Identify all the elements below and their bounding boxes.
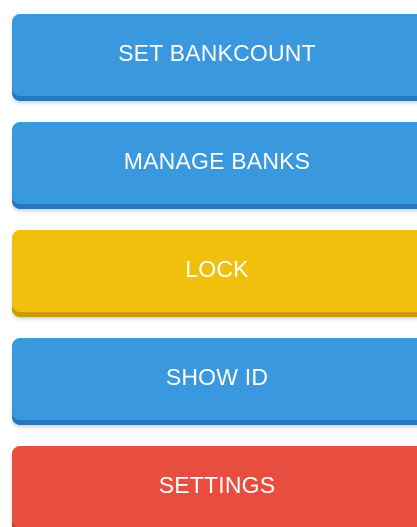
manage-banks-button[interactable]: MANAGE BANKS [12,122,417,204]
main-menu: SET BANKCOUNT MANAGE BANKS LOCK SHOW ID … [0,0,417,527]
settings-button[interactable]: SETTINGS [12,446,417,527]
set-bankcount-label: SET BANKCOUNT [118,39,316,66]
settings-label: SETTINGS [158,471,276,498]
show-id-label: SHOW ID [165,363,269,390]
manage-banks-label: MANAGE BANKS [123,147,311,174]
lock-button[interactable]: LOCK [12,230,417,312]
lock-label: LOCK [185,255,249,282]
set-bankcount-button[interactable]: SET BANKCOUNT [12,14,417,96]
show-id-button[interactable]: SHOW ID [12,338,417,420]
